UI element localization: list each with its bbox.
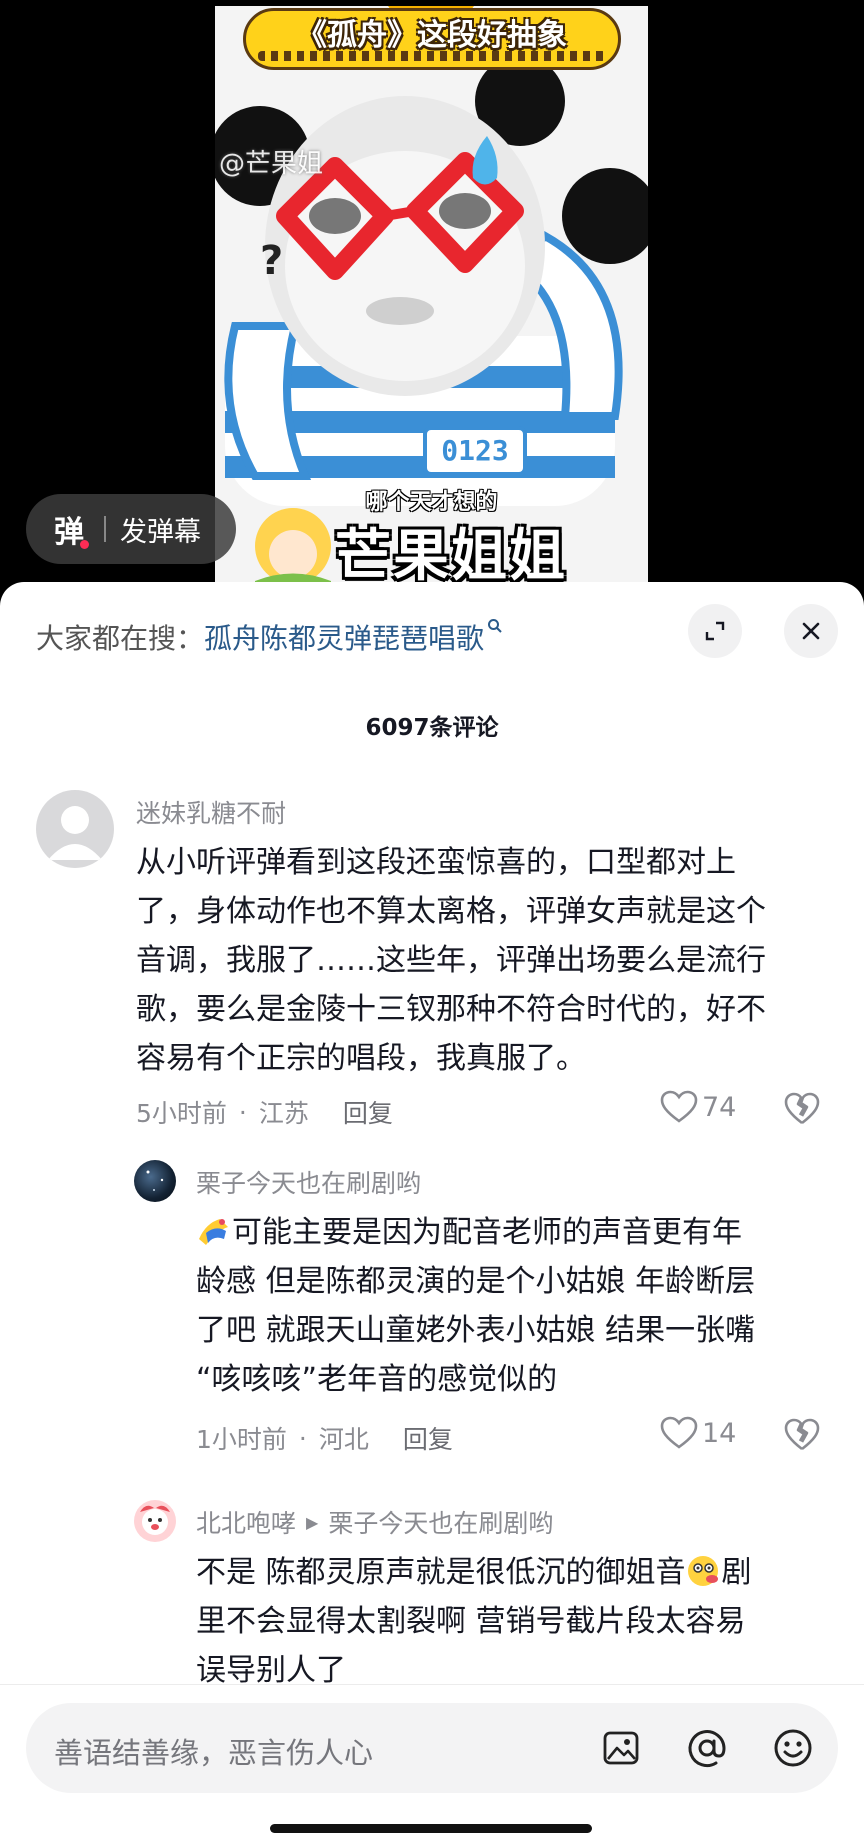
image-button[interactable] <box>596 1723 646 1773</box>
comment-meta: 1小时前 · 河北 回复 <box>196 1420 453 1456</box>
expand-icon <box>705 621 725 641</box>
trending-search-prefix: 大家都在搜： <box>36 622 205 655</box>
video-frame[interactable]: ? 0123 《孤舟》这段好抽象 @芒果姐 哪个天才想的 芒果姐姐 <box>215 6 648 590</box>
danmaku-icon: 弹 <box>54 507 89 551</box>
heart-icon <box>660 1090 698 1123</box>
dislike-button[interactable] <box>784 1418 820 1456</box>
like-button[interactable]: 74 <box>660 1090 736 1124</box>
like-count: 14 <box>702 1417 737 1449</box>
comment-text-line: 了吧 就跟天山童姥外表小姑娘 结果一张嘴 <box>196 1313 756 1348</box>
close-icon <box>802 622 820 640</box>
reply-to-author[interactable]: 栗子今天也在刷剧哟 <box>328 1504 553 1540</box>
video-watermark: @芒果姐 <box>219 149 324 179</box>
image-icon <box>603 1731 639 1765</box>
comment-text: 从小听评弹看到这段还蛮惊喜的，口型都对上 了，身体动作也不算太离格，评弹女声就是… <box>136 838 836 1083</box>
comment-author[interactable]: 栗子今天也在刷剧哟 <box>196 1164 421 1200</box>
avatar[interactable] <box>134 1500 176 1542</box>
comment-time: 5小时前 <box>136 1099 227 1128</box>
comment-text: 不是 陈都灵原声就是很低沉的御姐音剧 里不会显得太割裂啊 营销号截片段太容易 误… <box>196 1548 846 1695</box>
svg-text:?: ? <box>260 238 283 284</box>
comment-text-line: 歌，要么是金陵十三钗那种不符合时代的，好不 <box>136 992 766 1027</box>
comment-author-line: 北北咆哮 ▶ 栗子今天也在刷剧哟 <box>196 1504 553 1540</box>
video-title-banner: 《孤舟》这段好抽象 <box>243 8 621 70</box>
comment-author[interactable]: 迷妹乳糖不耐 <box>136 794 286 830</box>
heart-icon <box>660 1416 698 1449</box>
comment-text-line: “咳咳咳”老年音的感觉似的 <box>196 1362 558 1397</box>
comment-text-line: 容易有个正宗的唱段，我真服了。 <box>136 1041 586 1076</box>
comment-author[interactable]: 北北咆哮 <box>196 1504 296 1540</box>
at-icon <box>688 1730 726 1768</box>
comment-meta: 5小时前 · 江苏 回复 <box>136 1094 393 1130</box>
video-title-text: 《孤舟》这段好抽象 <box>297 18 567 53</box>
trending-search[interactable]: 大家都在搜： 孤舟陈都灵弹琵琶唱歌 <box>36 612 503 662</box>
trending-search-query[interactable]: 孤舟陈都灵弹琵琶唱歌 <box>204 617 484 657</box>
comment-text: 可能主要是因为配音老师的声音更有年 龄感 但是陈都灵演的是个小姑娘 年龄断层 了… <box>196 1208 846 1404</box>
search-icon <box>487 618 503 639</box>
video-player[interactable]: ? 0123 《孤舟》这段好抽象 @芒果姐 哪个天才想的 芒果姐姐 弹 发弹幕 <box>0 0 864 590</box>
emoji-button[interactable] <box>768 1723 818 1773</box>
reply-button[interactable]: 回复 <box>343 1094 393 1130</box>
danmaku-divider <box>104 516 106 542</box>
avatar[interactable] <box>36 790 114 868</box>
sticker-icon <box>199 1218 228 1245</box>
comment-text-line: 龄感 但是陈都灵演的是个小姑娘 年龄断层 <box>196 1264 756 1299</box>
comment-input-area: 善语结善缘，恶言伤人心 <box>0 1684 864 1845</box>
close-button[interactable] <box>784 604 838 658</box>
comment-count: 6097条评论 <box>365 715 499 741</box>
danmaku-label: 发弹幕 <box>120 516 201 548</box>
broken-heart-icon <box>784 1418 820 1451</box>
comment-location: 江苏 <box>258 1099 309 1128</box>
emoji-icon <box>774 1729 812 1767</box>
avatar[interactable] <box>134 1160 176 1202</box>
shirt-number: 0123 <box>441 434 509 467</box>
comment-text-line: 音调，我服了……这些年，评弹出场要么是流行 <box>136 943 766 978</box>
comment-text-line: 可能主要是因为配音老师的声音更有年 <box>232 1215 742 1250</box>
like-button[interactable]: 14 <box>660 1416 736 1450</box>
mention-button[interactable] <box>682 1723 732 1773</box>
reply-arrow-icon: ▶ <box>306 1512 319 1532</box>
comment-input-placeholder: 善语结善缘，恶言伤人心 <box>54 1736 374 1770</box>
comment-text-line: 里不会显得太割裂啊 营销号截片段太容易 <box>196 1604 746 1639</box>
like-count: 74 <box>702 1091 737 1123</box>
comment-sheet: 大家都在搜： 孤舟陈都灵弹琵琶唱歌 6097条评论 迷妹乳糖不耐 从小听评弹看到… <box>0 582 864 1844</box>
comment-input[interactable]: 善语结善缘，恶言伤人心 <box>26 1703 838 1793</box>
expand-button[interactable] <box>688 604 742 658</box>
comment-text-line: 从小听评弹看到这段还蛮惊喜的，口型都对上 <box>136 845 736 880</box>
broken-heart-icon <box>784 1092 820 1125</box>
video-subtitle-big: 芒果姐姐 <box>335 524 567 589</box>
comment-location: 河北 <box>318 1425 369 1454</box>
home-indicator[interactable] <box>270 1824 592 1833</box>
reply-button[interactable]: 回复 <box>403 1420 453 1456</box>
dislike-button[interactable] <box>784 1092 820 1130</box>
comment-text-tail: 剧 <box>721 1555 752 1590</box>
send-danmaku-button[interactable]: 弹 发弹幕 <box>26 494 236 564</box>
comment-text-line: 不是 陈都灵原声就是很低沉的御姐音 <box>196 1555 686 1590</box>
comment-time: 1小时前 <box>196 1425 287 1454</box>
emoji-sticker-icon <box>687 1555 718 1586</box>
comment-text-line: 了，身体动作也不算太离格，评弹女声就是这个 <box>136 894 766 929</box>
